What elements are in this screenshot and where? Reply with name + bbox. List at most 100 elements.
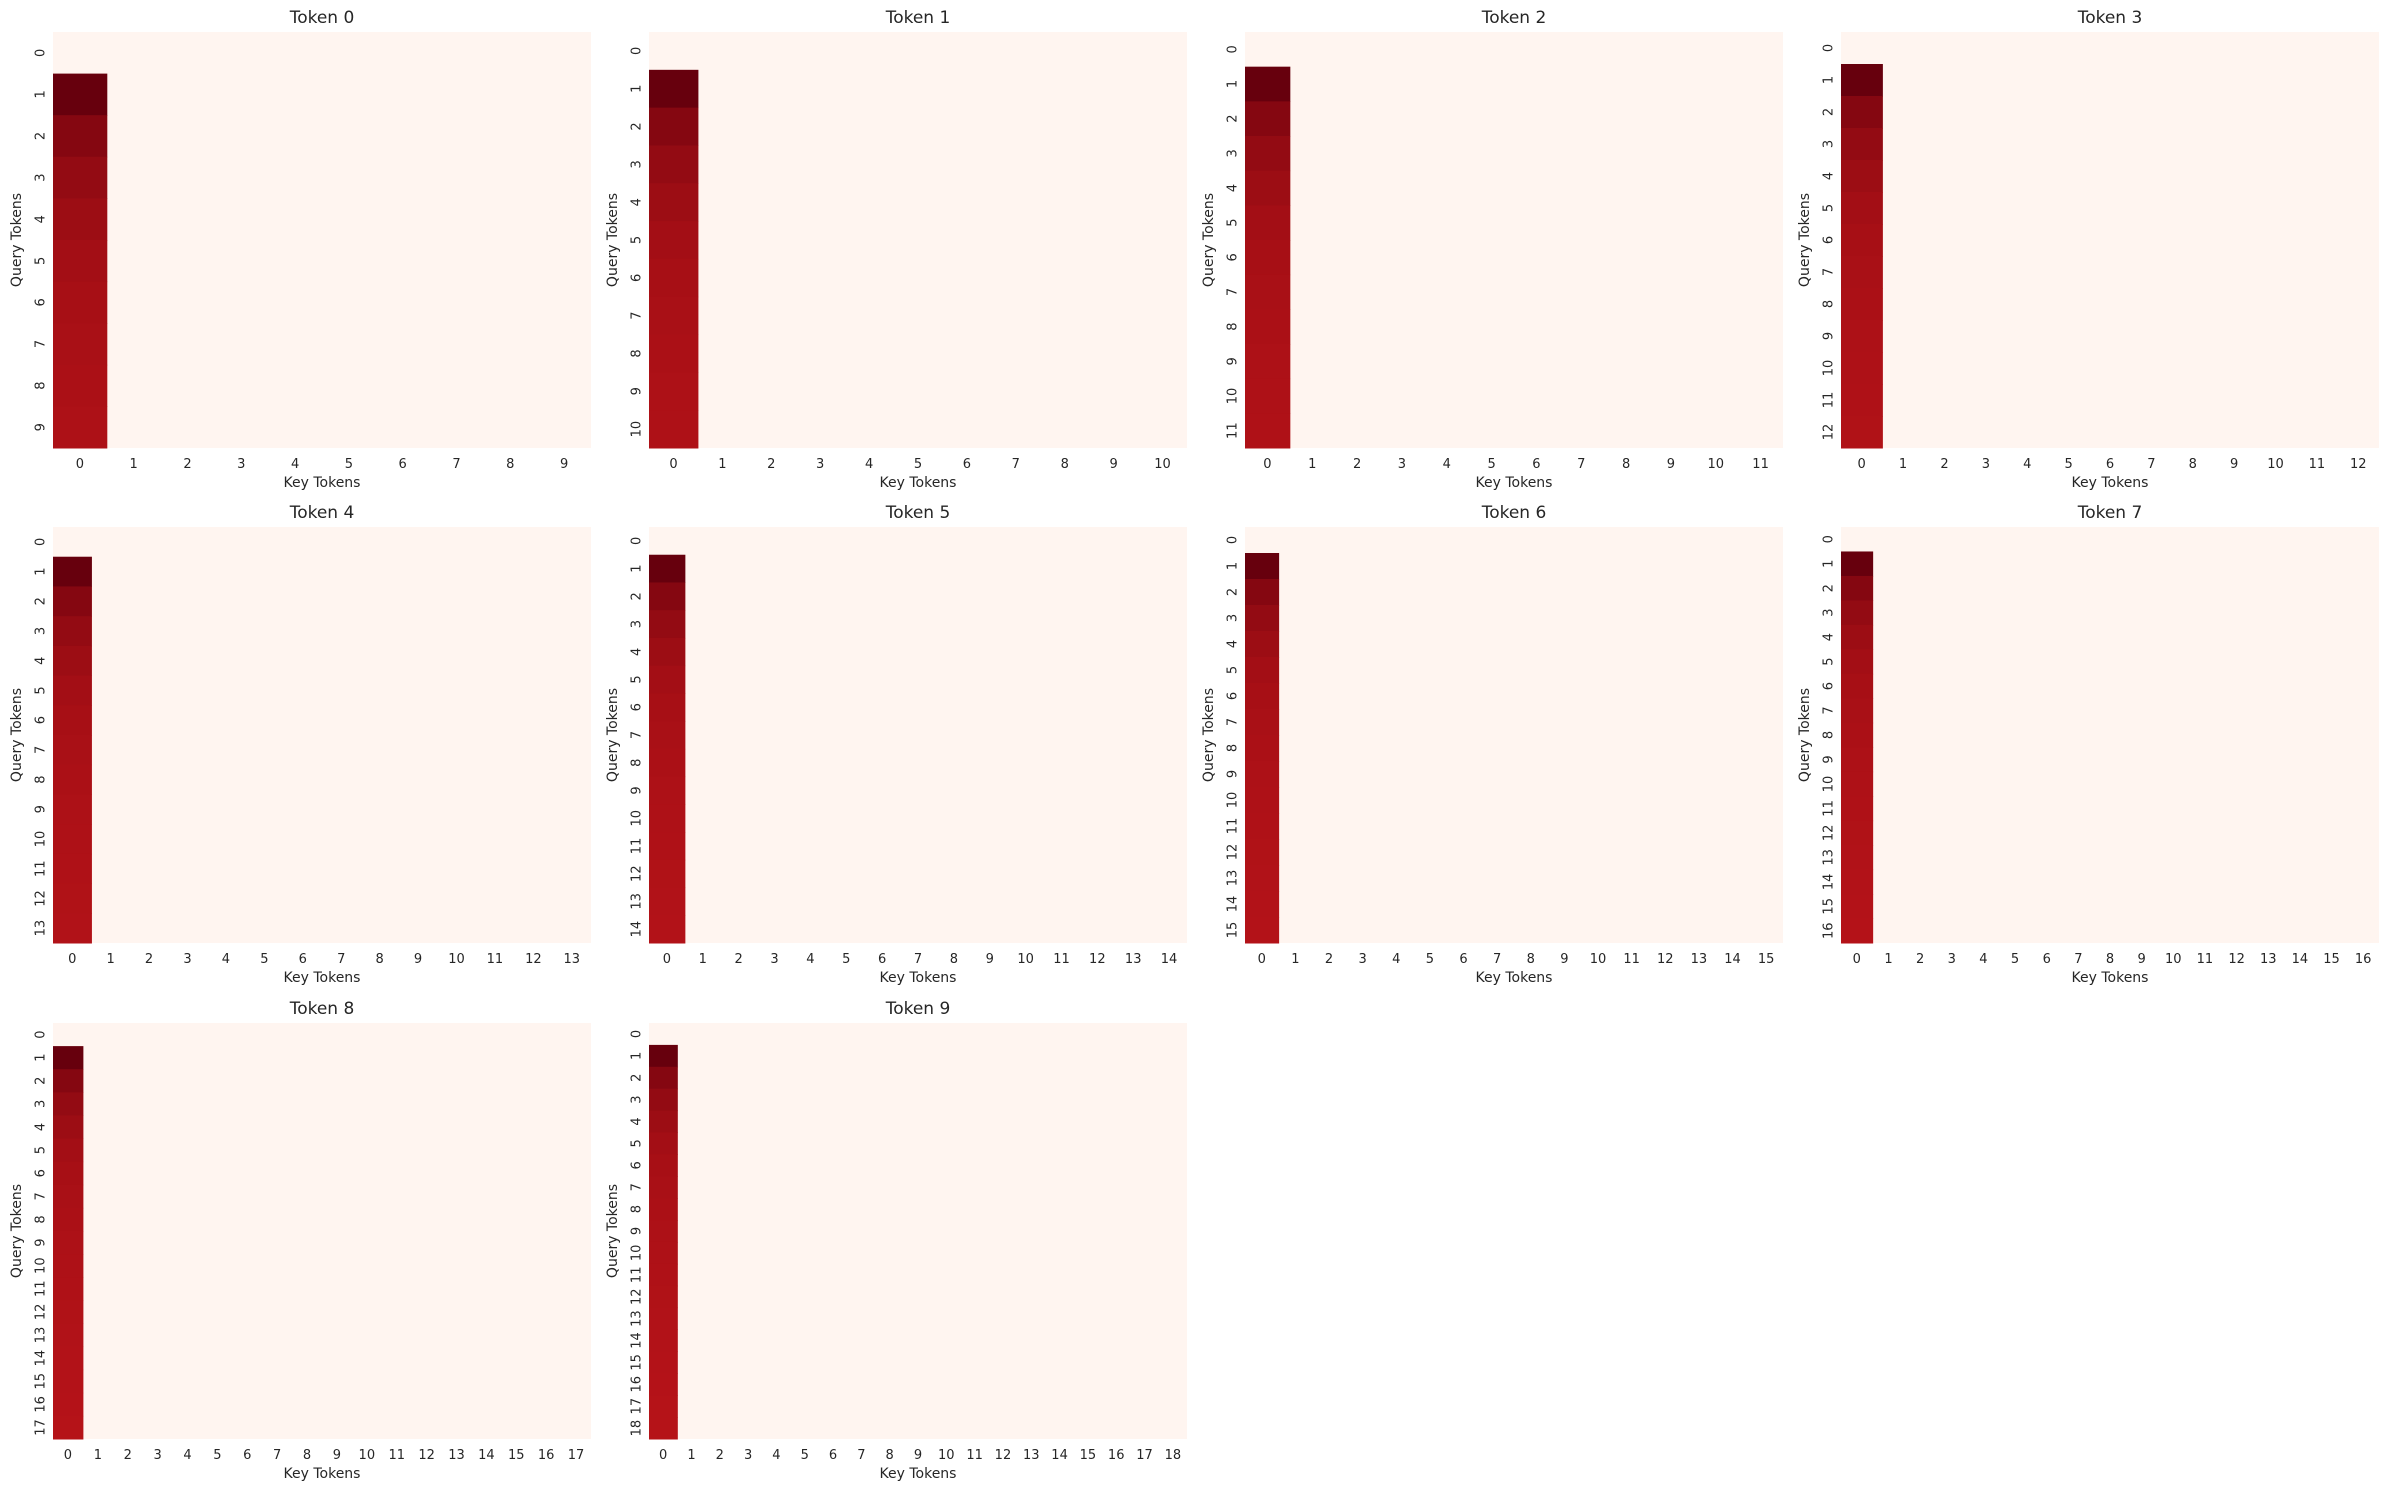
heatmap-cell [1245,240,1291,276]
x-tick-label: 15 [1080,1448,1097,1463]
y-tick-label: 15 [1822,898,1837,915]
heatmap-cell [53,794,92,825]
heatmap-cell [1245,735,1280,762]
y-tick-label: 0 [34,1030,49,1038]
x-tick-label: 8 [376,952,384,967]
x-tick-label: 5 [2011,952,2019,967]
x-tick-label: 2 [145,952,153,967]
y-tick-label: 3 [34,1100,49,1108]
y-tick-label: 7 [630,731,645,739]
x-tick-label: 8 [2106,952,2114,967]
x-tick-label: 6 [399,457,407,472]
heatmap-cell [1245,136,1291,172]
y-tick-label: 13 [34,1327,49,1344]
heatmap-cell [53,1115,84,1140]
x-tick-label: 11 [2197,952,2214,967]
heatmap-cell [1841,649,1874,675]
x-tick-label: 5 [260,952,268,967]
x-tick-label: 0 [76,457,84,472]
y-tick-label: 9 [630,786,645,794]
y-tick-label: 6 [630,703,645,711]
heatmap-cell [649,1329,678,1352]
heatmap-cell [649,1066,678,1090]
heatmap-cell [649,1263,678,1287]
heatmap-cell [649,1044,678,1068]
y-tick-label: 0 [1226,45,1241,53]
x-tick-label: 6 [243,1448,251,1463]
y-tick-label: 2 [1822,584,1837,592]
heatmap-cell [1841,64,1883,97]
y-tick-label: 18 [630,1420,645,1437]
heatmap-cell [649,1154,678,1177]
heatmap-cell [53,616,92,647]
heatmap-cell [649,221,699,260]
heatmap-cell [1245,761,1280,788]
heatmap-cell [649,107,699,146]
heatmap-cell [53,1069,84,1093]
heatmap-cell [1841,698,1874,724]
heatmap-cell [53,406,108,449]
x-tick-label: 6 [878,952,886,967]
heatmap-cell [1841,845,1874,871]
x-tick-label: 4 [865,457,873,472]
x-tick-label: 12 [1089,952,1106,967]
y-tick-label: 12 [630,865,645,882]
y-tick-label: 6 [1822,682,1837,690]
x-tick-label: 12 [1657,952,1674,967]
heatmap-cell [649,296,699,336]
y-tick-label: 9 [630,1227,645,1235]
heatmap-background [53,32,591,448]
y-tick-label: 2 [34,132,49,140]
x-tick-label: 7 [2074,952,2082,967]
heatmap-cell [53,735,92,766]
heatmap-cell [53,364,108,407]
y-tick-label: 11 [34,1281,49,1298]
y-tick-label: 5 [1822,657,1837,665]
heatmap-cell [649,776,686,805]
y-tick-label: 1 [1226,562,1241,570]
x-tick-label: 7 [452,457,460,472]
y-tick-label: 13 [630,893,645,910]
heatmap-cell [53,1161,84,1186]
x-tick-label: 3 [1359,952,1367,967]
y-tick-label: 10 [1822,360,1837,377]
heatmap-cell [53,1184,84,1209]
y-tick-label: 1 [34,90,49,98]
x-tick-label: 7 [1577,457,1585,472]
y-tick-label: 7 [1822,706,1837,714]
y-tick-label: 17 [630,1398,645,1415]
y-tick-label: 5 [34,257,49,265]
heatmap-cell [649,804,686,833]
y-tick-label: 4 [630,1117,645,1125]
y-tick-label: 16 [1822,922,1837,939]
heatmap-cell [649,610,686,639]
y-tick-label: 9 [34,805,49,813]
heatmap-cell [649,1373,678,1396]
y-tick-label: 6 [34,298,49,306]
x-tick-label: 0 [1858,457,1866,472]
heatmap-cell [53,1231,84,1255]
x-tick-label: 7 [857,1448,865,1463]
heatmap-cell [1841,96,1883,129]
y-tick-label: 0 [630,1030,645,1038]
x-tick-label: 14 [1051,1448,1068,1463]
x-tick-label: 11 [1752,457,1769,472]
x-tick-label: 14 [2292,952,2309,967]
x-tick-label: 10 [2165,952,2182,967]
y-tick-label: 3 [630,1095,645,1103]
heatmap-cell [1841,224,1883,257]
heatmap-cell [1245,839,1280,866]
heatmap-cell [53,556,92,587]
heatmap-cell [1245,413,1291,449]
y-tick-label: 2 [630,122,645,130]
y-tick-label: 13 [1822,849,1837,866]
heatmap-cell [1245,657,1280,684]
y-tick-label: 1 [34,1054,49,1062]
heatmap-cell [53,1300,84,1324]
heatmap-cell [53,1392,84,1417]
y-tick-label: 14 [34,1350,49,1367]
heatmap-panel-token-6: Token 60 1 2 3 4 5 6 7 8 9 10 11 12 13 14 1501234567891… [1201,503,1783,986]
x-tick-label: 3 [744,1448,752,1463]
heatmap-cell [53,586,92,617]
heatmap-cell [1245,865,1280,892]
